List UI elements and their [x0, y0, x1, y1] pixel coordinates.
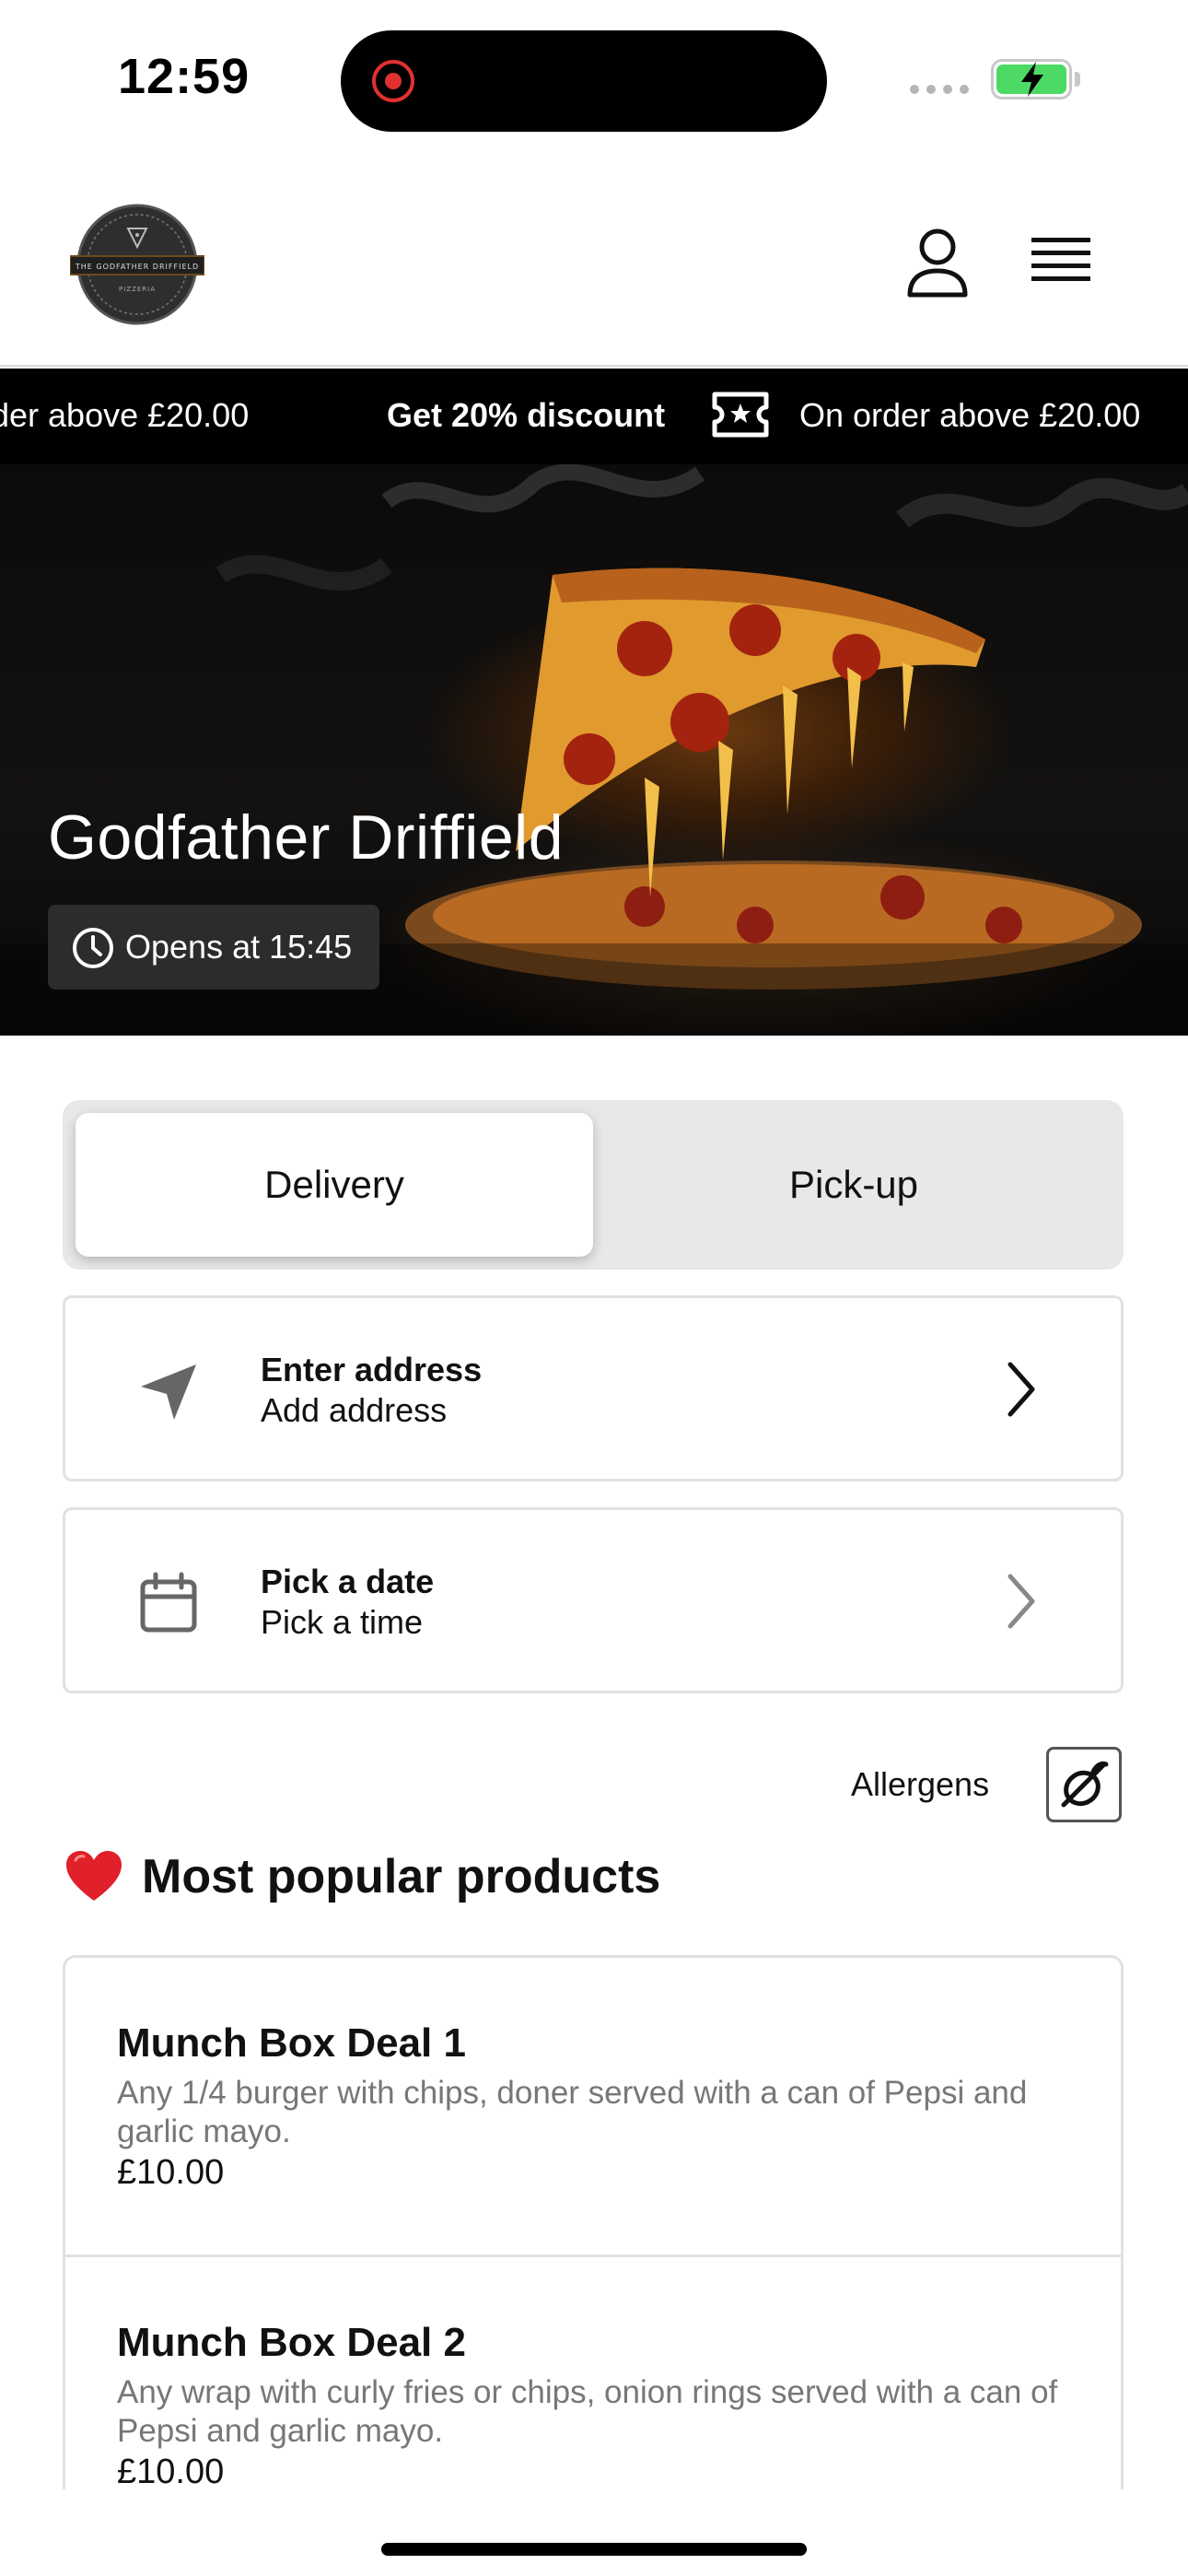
hero-banner: Godfather Driffield Opens at 15:45	[0, 464, 1188, 1036]
delivery-tab[interactable]: Delivery	[76, 1113, 593, 1257]
hamburger-menu-icon	[1031, 238, 1090, 281]
menu-button[interactable]	[1030, 234, 1094, 289]
cellular-signal-icon	[910, 85, 969, 94]
time-subtitle: Pick a time	[261, 1603, 424, 1641]
product-item[interactable]: Munch Box Deal 1 Any 1/4 burger with chi…	[65, 1958, 1121, 2254]
address-subtitle: Add address	[261, 1391, 448, 1429]
home-indicator[interactable]	[381, 2543, 807, 2556]
battery-charging-icon	[991, 59, 1072, 100]
chevron-right-icon	[1007, 1574, 1035, 1629]
enter-address-card[interactable]: Enter address Add address	[63, 1295, 1124, 1481]
ticket-star-icon	[712, 392, 769, 438]
product-price: £10.00	[117, 2153, 225, 2192]
popular-products-heading: Most popular products	[64, 1844, 660, 1909]
address-title: Enter address	[261, 1351, 483, 1388]
allergens-label: Allergens	[851, 1765, 990, 1803]
pick-date-card[interactable]: Pick a date Pick a time	[63, 1507, 1124, 1693]
pickup-tab[interactable]: Pick-up	[595, 1113, 1112, 1257]
promo-ticker[interactable]: rder above £20.00 Get 20% discount On or…	[0, 369, 1188, 464]
product-name: Munch Box Deal 2	[117, 2320, 466, 2365]
restaurant-name: Godfather Driffield	[48, 802, 565, 872]
user-icon	[907, 228, 968, 298]
product-list: Munch Box Deal 1 Any 1/4 burger with chi…	[63, 1955, 1124, 2489]
app-header: THE GODFATHER DRIFFIELD PIZZERIA	[0, 157, 1188, 367]
product-item[interactable]: Munch Box Deal 2 Any wrap with curly fri…	[65, 2254, 1121, 2489]
battery-tip	[1075, 72, 1080, 87]
chevron-right-icon	[1007, 1362, 1035, 1417]
svg-text:THE GODFATHER DRIFFIELD: THE GODFATHER DRIFFIELD	[75, 263, 199, 271]
location-arrow-icon	[141, 1364, 196, 1420]
opening-hours-text: Opens at 15:45	[125, 928, 353, 966]
allergens-button[interactable]	[1046, 1747, 1122, 1822]
account-button[interactable]	[903, 227, 973, 300]
promo-headline: Get 20% discount	[387, 396, 666, 434]
promo-text: rder above £20.00	[0, 396, 250, 434]
screen-recording-icon	[372, 60, 414, 102]
product-description: Any 1/4 burger with chips, doner served …	[117, 2075, 1028, 2149]
heart-icon	[66, 1851, 122, 1901]
status-bar: 12:59	[0, 0, 1188, 157]
allergen-icon	[1061, 1761, 1109, 1808]
date-title: Pick a date	[261, 1563, 435, 1600]
status-time: 12:59	[118, 49, 250, 104]
product-price: £10.00	[117, 2453, 225, 2489]
calendar-icon	[140, 1572, 197, 1633]
dynamic-island	[341, 30, 827, 132]
product-name: Munch Box Deal 1	[117, 2020, 466, 2066]
clock-icon	[73, 928, 113, 968]
svg-text:PIZZERIA: PIZZERIA	[119, 286, 156, 293]
restaurant-logo[interactable]: THE GODFATHER DRIFFIELD PIZZERIA	[69, 203, 205, 326]
section-title: Most popular products	[142, 1850, 661, 1903]
promo-text: On order above £20.00	[799, 396, 1141, 434]
opening-hours-badge: Opens at 15:45	[48, 905, 380, 989]
product-description: Any wrap with curly fries or chips, onio…	[117, 2374, 1058, 2449]
order-mode-toggle: Delivery Pick-up	[63, 1100, 1124, 1270]
